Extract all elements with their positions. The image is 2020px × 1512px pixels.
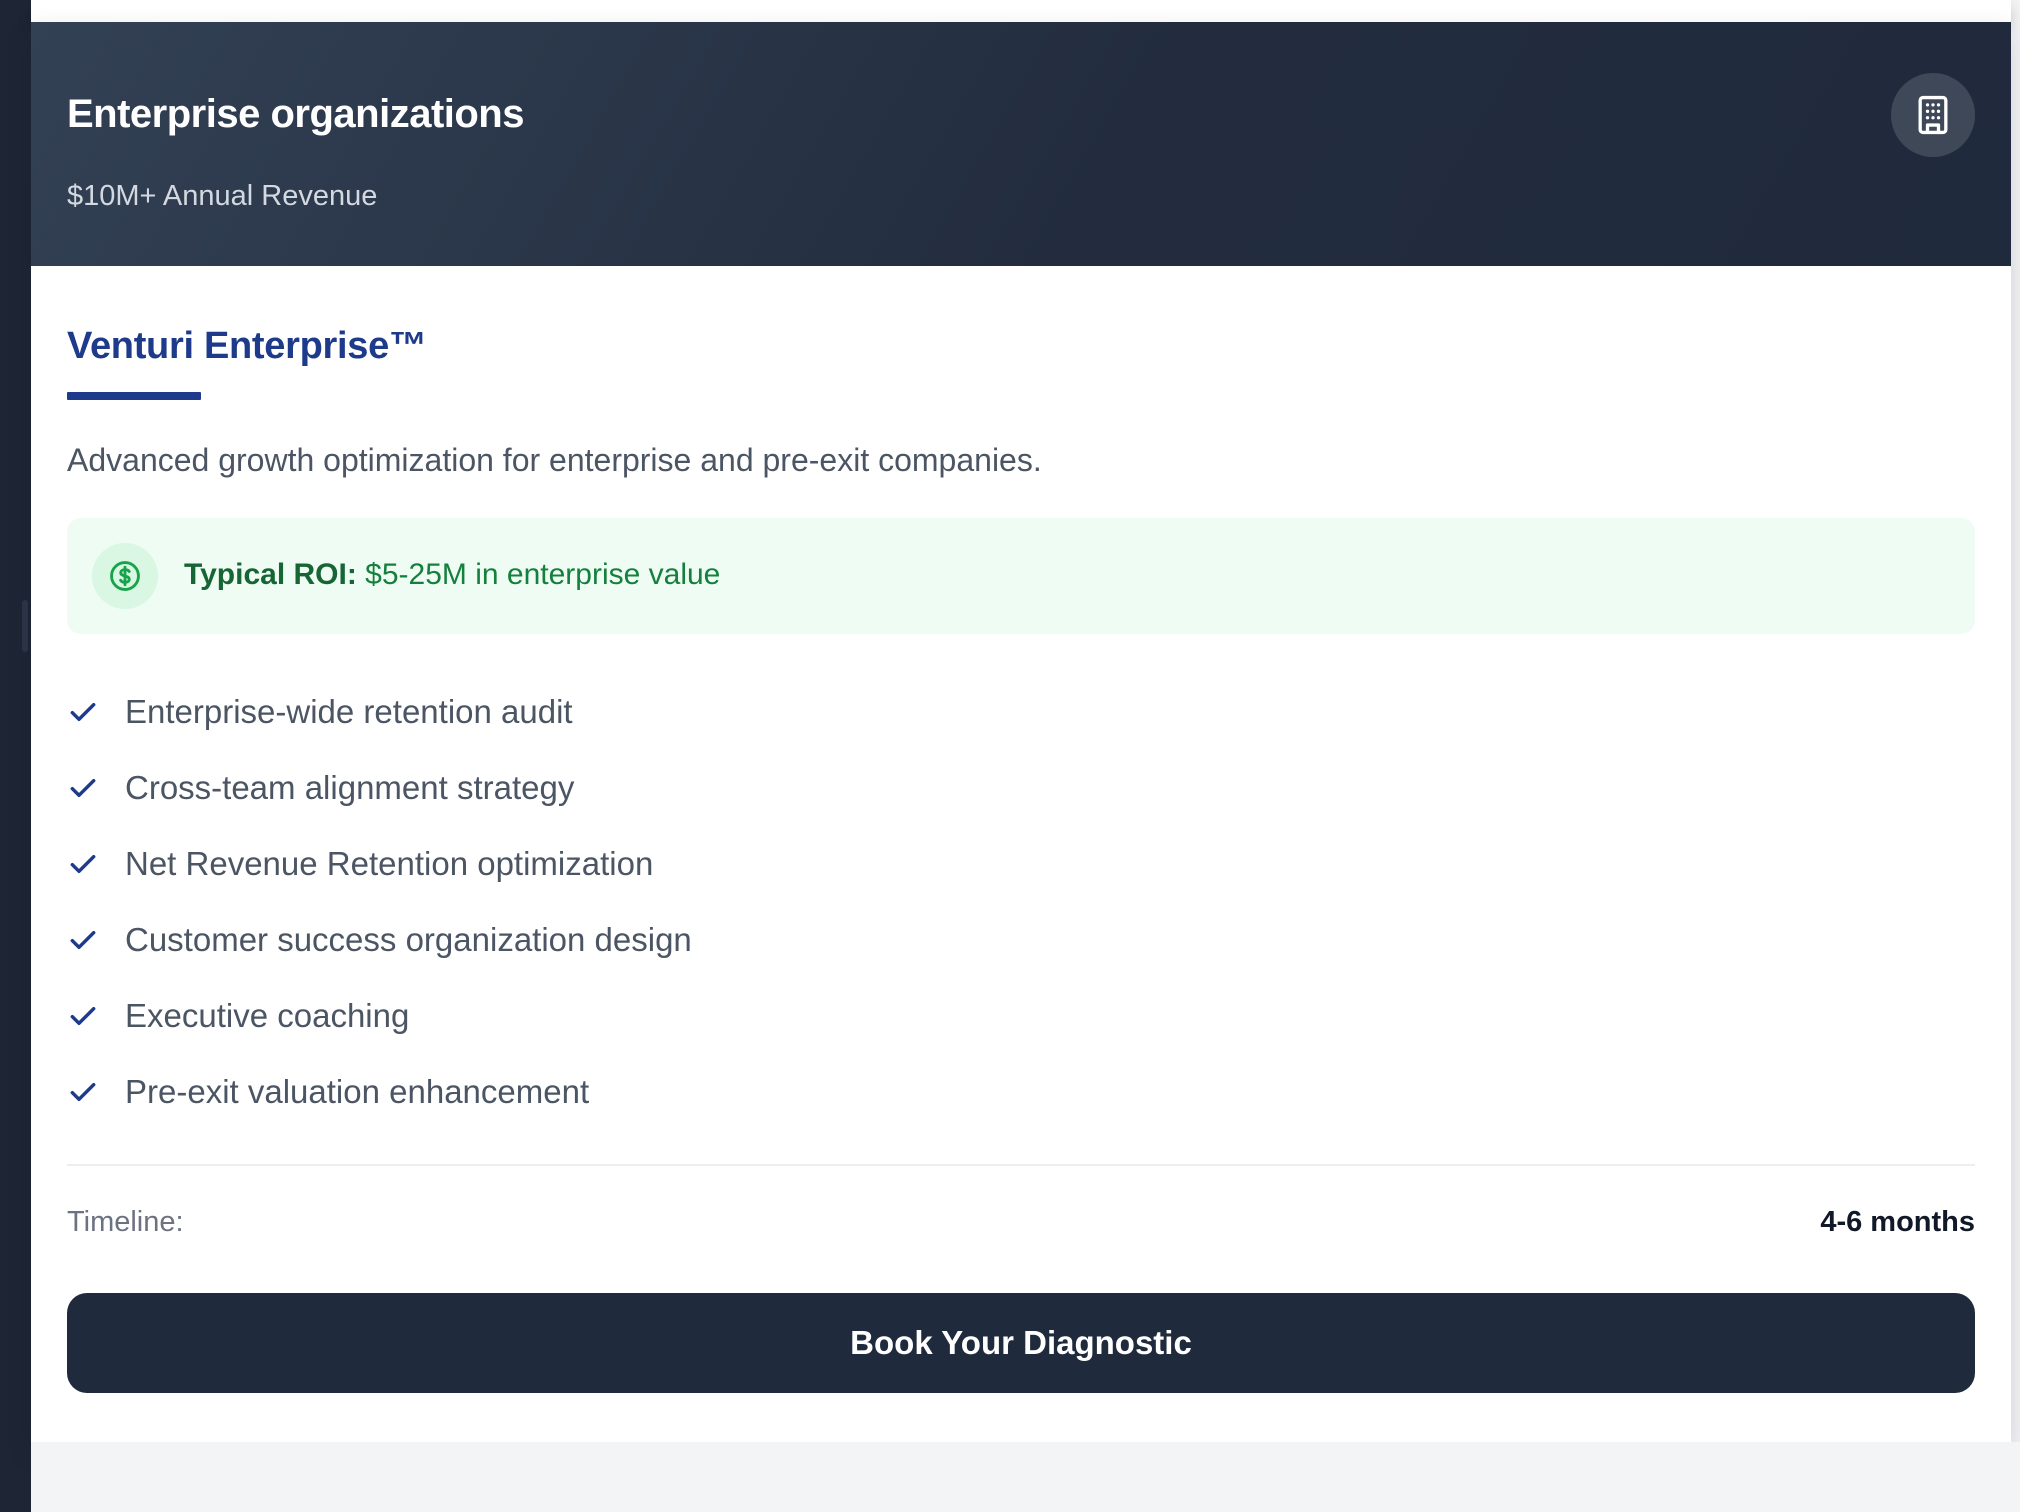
check-icon	[67, 844, 125, 884]
feature-label: Customer success organization design	[125, 921, 692, 958]
check-icon	[67, 920, 125, 960]
roi-text: Typical ROI: $5-25M in enterprise value	[184, 558, 720, 592]
timeline-label: Timeline:	[67, 1206, 184, 1238]
feature-label: Pre-exit valuation enhancement	[125, 1073, 590, 1110]
segment-subtitle: $10M+ Annual Revenue	[67, 180, 378, 212]
left-rail	[0, 0, 31, 1512]
feature-item: Customer success organization design	[67, 902, 1967, 978]
feature-item: Net Revenue Retention optimization	[67, 826, 1967, 902]
timeline-value: 4-6 months	[1820, 1206, 1975, 1238]
feature-item: Executive coaching	[67, 978, 1967, 1054]
segment-title: Enterprise organizations	[67, 92, 524, 136]
book-diagnostic-button[interactable]: Book Your Diagnostic	[67, 1293, 1975, 1393]
feature-label: Enterprise-wide retention audit	[125, 693, 573, 730]
check-icon	[67, 768, 125, 808]
dollar-circle-icon	[92, 543, 158, 609]
resize-handle[interactable]	[22, 600, 28, 652]
roi-callout: Typical ROI: $5-25M in enterprise value	[67, 518, 1975, 634]
check-icon	[67, 1072, 125, 1112]
page-background	[31, 1442, 2020, 1512]
feature-label: Net Revenue Retention optimization	[125, 845, 654, 882]
divider	[67, 1164, 1975, 1166]
card-header: Enterprise organizations $10M+ Annual Re…	[31, 22, 2011, 266]
check-icon	[67, 996, 125, 1036]
plan-title-underline	[67, 392, 201, 400]
page: Enterprise organizations $10M+ Annual Re…	[0, 0, 2020, 1512]
plan-description: Advanced growth optimization for enterpr…	[67, 442, 1042, 478]
feature-item: Cross-team alignment strategy	[67, 750, 1967, 826]
feature-label: Cross-team alignment strategy	[125, 769, 575, 806]
roi-value: $5-25M in enterprise value	[365, 558, 721, 591]
feature-list: Enterprise-wide retention audit Cross-te…	[67, 674, 1967, 1130]
feature-label: Executive coaching	[125, 997, 410, 1034]
roi-label: Typical ROI:	[184, 558, 357, 591]
previous-card-edge	[31, 0, 2011, 22]
building-icon	[1891, 73, 1975, 157]
feature-item: Pre-exit valuation enhancement	[67, 1054, 1967, 1130]
plan-title: Venturi Enterprise™	[67, 325, 427, 367]
feature-item: Enterprise-wide retention audit	[67, 674, 1967, 750]
check-icon	[67, 692, 125, 732]
pricing-card: Enterprise organizations $10M+ Annual Re…	[31, 22, 2011, 1442]
